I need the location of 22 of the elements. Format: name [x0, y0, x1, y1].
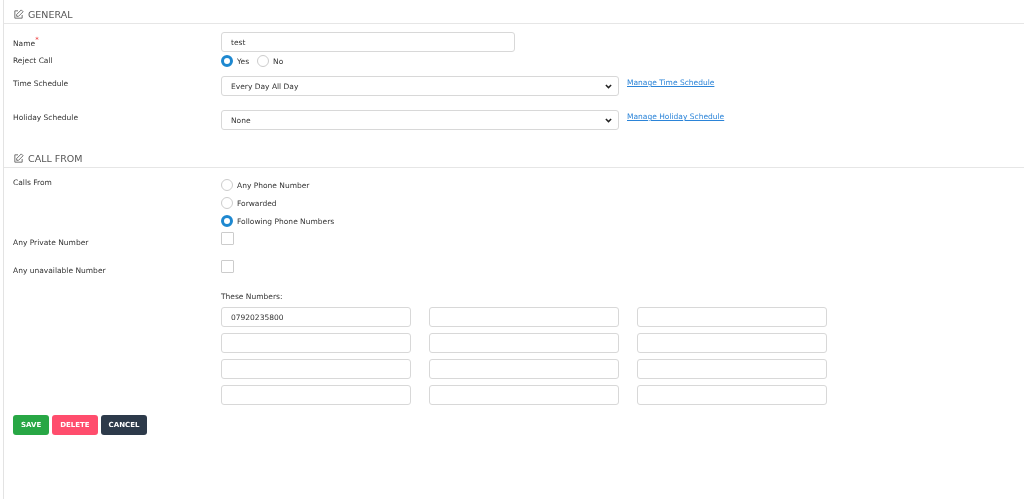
phone-number-input[interactable] [429, 385, 619, 405]
checkbox[interactable] [221, 260, 234, 273]
edit-icon [13, 9, 24, 20]
phone-number-input[interactable] [429, 307, 619, 327]
phone-number-input[interactable] [221, 385, 411, 405]
radio-button[interactable] [221, 197, 233, 209]
phone-number-input[interactable] [637, 333, 827, 353]
radio-button[interactable] [221, 55, 233, 67]
phone-number-input[interactable] [429, 333, 619, 353]
phone-number-input[interactable] [637, 359, 827, 379]
checkbox[interactable] [221, 232, 234, 245]
radio-button[interactable] [221, 179, 233, 191]
phone-number-input[interactable] [637, 307, 827, 327]
phone-number-input[interactable] [221, 333, 411, 353]
phone-number-input[interactable] [429, 359, 619, 379]
edit-icon [13, 153, 24, 164]
section-title: GENERAL [28, 9, 73, 20]
radio-button[interactable] [257, 55, 270, 67]
section-title: CALL FROM [28, 153, 83, 164]
phone-number-input[interactable] [637, 385, 827, 405]
radio-button[interactable] [221, 215, 233, 227]
phone-number-input[interactable] [221, 359, 411, 379]
